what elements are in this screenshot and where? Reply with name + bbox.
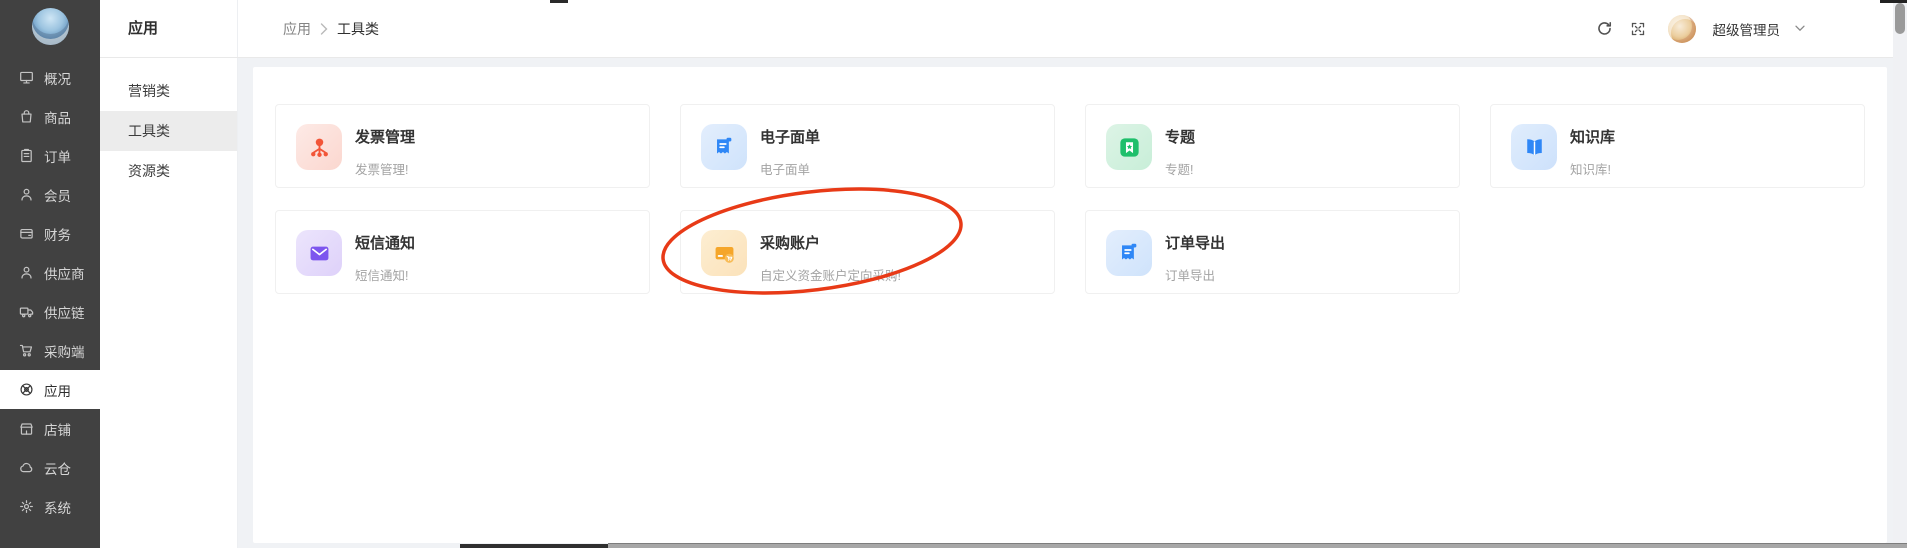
user-name[interactable]: 超级管理员 [1713, 19, 1781, 39]
wallet-icon [19, 226, 34, 241]
app-card-短信通知[interactable]: 短信通知 短信通知! [275, 210, 650, 294]
breadcrumb-item-apps[interactable]: 应用 [283, 19, 311, 39]
app-card-title: 采购账户 [760, 235, 821, 252]
dock-edge-gray [608, 543, 1907, 548]
person-icon [19, 187, 34, 202]
screen-edge-top-right [1880, 0, 1907, 3]
chevron-down-icon[interactable] [1795, 25, 1805, 32]
app-card-subtitle: 专题! [1165, 163, 1194, 177]
refresh-icon[interactable] [1596, 20, 1614, 38]
book-icon [1511, 124, 1557, 170]
app-card-title: 专题 [1165, 129, 1196, 146]
sidebar-item-供应链[interactable]: 供应链 [0, 292, 100, 331]
clipboard-icon [19, 148, 34, 163]
dock-edge-dark [460, 544, 608, 548]
app-card-subtitle: 电子面单 [760, 163, 811, 177]
top-header: 应用 工具类 超级管理员 [237, 0, 1893, 57]
sidebar-item-系统[interactable]: 系统 [0, 487, 100, 526]
sidebar-item-财务[interactable]: 财务 [0, 214, 100, 253]
header-divider [100, 57, 1893, 58]
sidebar-item-label: 供应链 [44, 305, 85, 321]
sidebar-item-采购端[interactable]: 采购端 [0, 331, 100, 370]
scrollbar-track[interactable] [1893, 0, 1907, 548]
category-item-营销类[interactable]: 营销类 [100, 71, 237, 111]
app-card-title: 电子面单 [760, 129, 821, 146]
category-list: 营销类 工具类 资源类 [100, 57, 237, 191]
sidebar-item-label: 采购端 [44, 344, 85, 360]
app-card-电子面单[interactable]: 电子面单 电子面单 [680, 104, 1055, 188]
app-card-subtitle: 自定义资金账户定向采购! [760, 269, 901, 283]
sidebar-item-label: 云仓 [44, 461, 71, 477]
sidebar-item-商品[interactable]: 商品 [0, 97, 100, 136]
truck-icon [19, 304, 34, 319]
sidebar-item-label: 商品 [44, 110, 71, 126]
sidebar-item-概况[interactable]: 概况 [0, 58, 100, 97]
sidebar-item-label: 系统 [44, 500, 71, 516]
app-card-subtitle: 短信通知! [355, 269, 409, 283]
shop-icon [19, 421, 34, 436]
app-card-title: 订单导出 [1165, 235, 1226, 252]
app-card-subtitle: 知识库! [1570, 163, 1611, 177]
receipt-icon [1106, 230, 1152, 276]
chevron-right-icon [320, 22, 328, 35]
company-logo[interactable] [31, 7, 69, 45]
header-actions: 超级管理员 [1596, 14, 1806, 43]
breadcrumb-item-tools: 工具类 [337, 20, 379, 37]
breadcrumb: 应用 工具类 [283, 19, 379, 39]
purchase-icon [701, 230, 747, 276]
sidebar-item-label: 店铺 [44, 422, 71, 438]
sidebar-item-label: 概况 [44, 71, 71, 87]
bag-icon [19, 109, 34, 124]
sidebar-item-云仓[interactable]: 云仓 [0, 448, 100, 487]
app-card-title: 知识库 [1570, 129, 1616, 146]
person-icon [19, 265, 34, 280]
content-panel: 发票管理 发票管理! 电子面单 电子面单 专题 专题! 知识库 知识库! 短信通… [253, 67, 1887, 543]
user-avatar[interactable] [1667, 14, 1696, 43]
invoice-icon [296, 124, 342, 170]
sidebar-item-label: 财务 [44, 227, 71, 243]
apps-icon [19, 382, 34, 397]
sidebar-item-label: 应用 [44, 383, 71, 399]
sidebar-item-店铺[interactable]: 店铺 [0, 409, 100, 448]
sidebar-item-会员[interactable]: 会员 [0, 175, 100, 214]
app-grid: 发票管理 发票管理! 电子面单 电子面单 专题 专题! 知识库 知识库! 短信通… [275, 104, 1865, 294]
sidebar-item-应用[interactable]: 应用 [0, 370, 100, 409]
app-card-subtitle: 发票管理! [355, 163, 409, 177]
app-card-title: 短信通知 [355, 235, 416, 252]
category-item-资源类[interactable]: 资源类 [100, 151, 237, 191]
category-item-工具类[interactable]: 工具类 [100, 111, 237, 151]
cloud-icon [19, 460, 34, 475]
mail-icon [296, 230, 342, 276]
app-card-采购账户[interactable]: 采购账户 自定义资金账户定向采购! [680, 210, 1055, 294]
main-sidebar: 概况 商品 订单 会员 财务 供应商 供应链 采购端 应用 店铺 云仓 系统 [0, 0, 100, 548]
cart-icon [19, 343, 34, 358]
app-card-subtitle: 订单导出 [1165, 269, 1216, 283]
sidebar-item-供应商[interactable]: 供应商 [0, 253, 100, 292]
gear-icon [19, 499, 34, 514]
app-card-知识库[interactable]: 知识库 知识库! [1490, 104, 1865, 188]
app-card-发票管理[interactable]: 发票管理 发票管理! [275, 104, 650, 188]
scrollbar-thumb[interactable] [1895, 3, 1905, 34]
app-card-title: 发票管理 [355, 129, 416, 146]
topic-icon [1106, 124, 1152, 170]
sidebar-item-label: 订单 [44, 149, 71, 165]
logo-wrap [0, 0, 100, 52]
fullscreen-icon[interactable] [1629, 20, 1647, 38]
category-panel: 应用 营销类 工具类 资源类 [100, 0, 238, 548]
screen-edge-top-mark [550, 0, 568, 3]
app-card-订单导出[interactable]: 订单导出 订单导出 [1085, 210, 1460, 294]
app-card-专题[interactable]: 专题 专题! [1085, 104, 1460, 188]
sidebar-item-label: 供应商 [44, 266, 85, 282]
monitor-icon [19, 70, 34, 85]
category-panel-title: 应用 [128, 20, 159, 37]
sidebar-item-订单[interactable]: 订单 [0, 136, 100, 175]
main-nav: 概况 商品 订单 会员 财务 供应商 供应链 采购端 应用 店铺 云仓 系统 [0, 58, 100, 526]
sidebar-item-label: 会员 [44, 188, 71, 204]
receipt-icon [701, 124, 747, 170]
